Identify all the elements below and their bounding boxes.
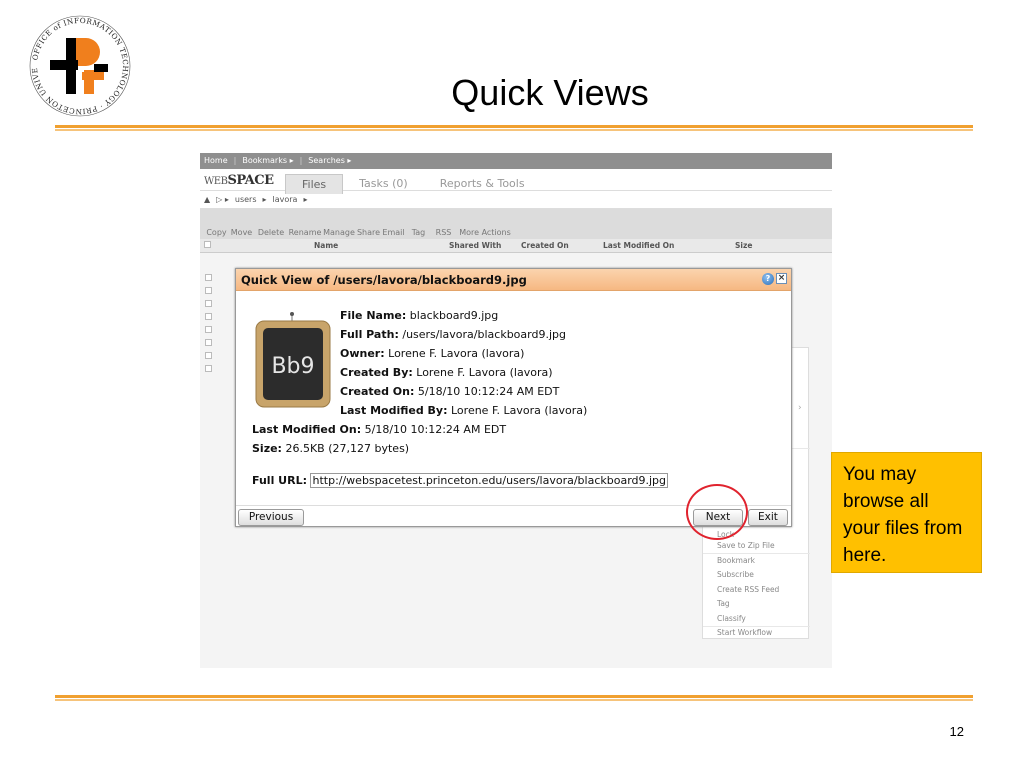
next-button-highlight xyxy=(686,484,748,540)
menu-create-rss[interactable]: Create RSS Feed xyxy=(717,585,779,594)
top-divider xyxy=(55,125,973,131)
princeton-oit-logo: OFFICE of INFORMATION TECHNOLOGY · PRINC… xyxy=(26,12,131,117)
toolbar-manage[interactable]: Manage xyxy=(322,228,356,237)
nav-searches[interactable]: Searches ▸ xyxy=(308,156,351,166)
dialog-title-bar: Quick View of /users/lavora/blackboard9.… xyxy=(236,269,791,291)
row-checkbox[interactable] xyxy=(205,365,212,372)
field-file-name: File Name: blackboard9.jpg xyxy=(340,309,499,322)
col-name[interactable]: Name xyxy=(310,241,445,250)
previous-button[interactable]: Previous xyxy=(238,509,304,526)
toolbar-delete[interactable]: Delete xyxy=(254,228,288,237)
field-full-url: Full URL: http://webspacetest.princeton.… xyxy=(252,473,669,488)
row-checkbox[interactable] xyxy=(205,313,212,320)
col-shared-with[interactable]: Shared With xyxy=(445,241,517,250)
folder-icon: ▷ ▸ xyxy=(216,195,229,204)
field-last-modified-on: Last Modified On: 5/18/10 10:12:24 AM ED… xyxy=(252,423,507,436)
file-row-checkboxes xyxy=(200,269,240,372)
toolbar-move[interactable]: Move xyxy=(229,228,254,237)
app-tabs: Files Tasks (0) Reports & Tools xyxy=(285,174,541,194)
tab-reports-tools[interactable]: Reports & Tools xyxy=(424,174,541,194)
file-thumbnail: Bb9 xyxy=(255,312,331,408)
toolbar-copy[interactable]: Copy xyxy=(204,228,229,237)
slide-title: Quick Views xyxy=(451,72,649,113)
menu-classify[interactable]: Classify xyxy=(717,614,746,623)
tab-files[interactable]: Files xyxy=(285,174,344,194)
field-size: Size: 26.5KB (27,127 bytes) xyxy=(252,442,410,455)
menu-subscribe[interactable]: Subscribe xyxy=(717,570,754,579)
row-checkbox[interactable] xyxy=(205,339,212,346)
toolbar-rename[interactable]: Rename xyxy=(288,228,322,237)
field-owner: Owner: Lorene F. Lavora (lavora) xyxy=(340,347,525,360)
app-top-nav: Home | Bookmarks ▸ | Searches ▸ xyxy=(200,153,832,169)
file-toolbar: Copy Move Delete Rename Manage Share Ema… xyxy=(200,209,832,239)
full-url-value[interactable]: http://webspacetest.princeton.edu/users/… xyxy=(310,473,669,488)
menu-bookmark[interactable]: Bookmark xyxy=(717,556,755,565)
row-checkbox[interactable] xyxy=(205,274,212,281)
dialog-title: Quick View of /users/lavora/blackboard9.… xyxy=(241,273,527,287)
toolbar-share[interactable]: Share xyxy=(356,228,381,237)
callout-note: You may browse all your files from here. xyxy=(831,452,982,573)
row-checkbox[interactable] xyxy=(205,326,212,333)
toolbar-rss[interactable]: RSS xyxy=(431,228,456,237)
up-folder-icon[interactable]: ▲ xyxy=(204,195,210,204)
page-number: 12 xyxy=(949,724,964,739)
row-checkbox[interactable] xyxy=(205,352,212,359)
app-header: WEBSPACE Files Tasks (0) Reports & Tools xyxy=(200,169,832,194)
col-created-on[interactable]: Created On xyxy=(517,241,599,250)
toolbar-email[interactable]: Email xyxy=(381,228,406,237)
bottom-divider xyxy=(55,695,973,701)
row-checkbox[interactable] xyxy=(205,287,212,294)
col-size[interactable]: Size xyxy=(731,241,791,250)
breadcrumb-users[interactable]: users xyxy=(235,195,257,204)
menu-start-workflow[interactable]: Start Workflow xyxy=(717,628,772,637)
nav-home[interactable]: Home xyxy=(204,156,228,166)
col-last-modified[interactable]: Last Modified On xyxy=(599,241,731,250)
thumbnail-text: Bb9 xyxy=(271,354,314,379)
row-checkbox[interactable] xyxy=(205,300,212,307)
webspace-logo: WEBSPACE xyxy=(204,173,274,188)
field-created-by: Created By: Lorene F. Lavora (lavora) xyxy=(340,366,553,379)
field-last-modified-by: Last Modified By: Lorene F. Lavora (lavo… xyxy=(340,404,588,417)
menu-save-zip[interactable]: Save to Zip File xyxy=(717,541,775,550)
tab-tasks[interactable]: Tasks (0) xyxy=(343,174,424,194)
field-created-on: Created On: 5/18/10 10:12:24 AM EDT xyxy=(340,385,560,398)
exit-button[interactable]: Exit xyxy=(748,509,788,526)
help-icon[interactable]: ? xyxy=(762,273,774,285)
close-icon[interactable]: × xyxy=(776,273,787,284)
file-grid-header: Name Shared With Created On Last Modifie… xyxy=(200,239,832,253)
breadcrumb-lavora[interactable]: lavora xyxy=(273,195,298,204)
field-full-path: Full Path: /users/lavora/blackboard9.jpg xyxy=(340,328,566,341)
toolbar-tag[interactable]: Tag xyxy=(406,228,431,237)
toolbar-more-actions[interactable]: More Actions xyxy=(456,228,514,237)
nav-bookmarks[interactable]: Bookmarks ▸ xyxy=(242,156,293,166)
chevron-right-icon: › xyxy=(798,403,802,413)
menu-tag[interactable]: Tag xyxy=(717,599,730,608)
